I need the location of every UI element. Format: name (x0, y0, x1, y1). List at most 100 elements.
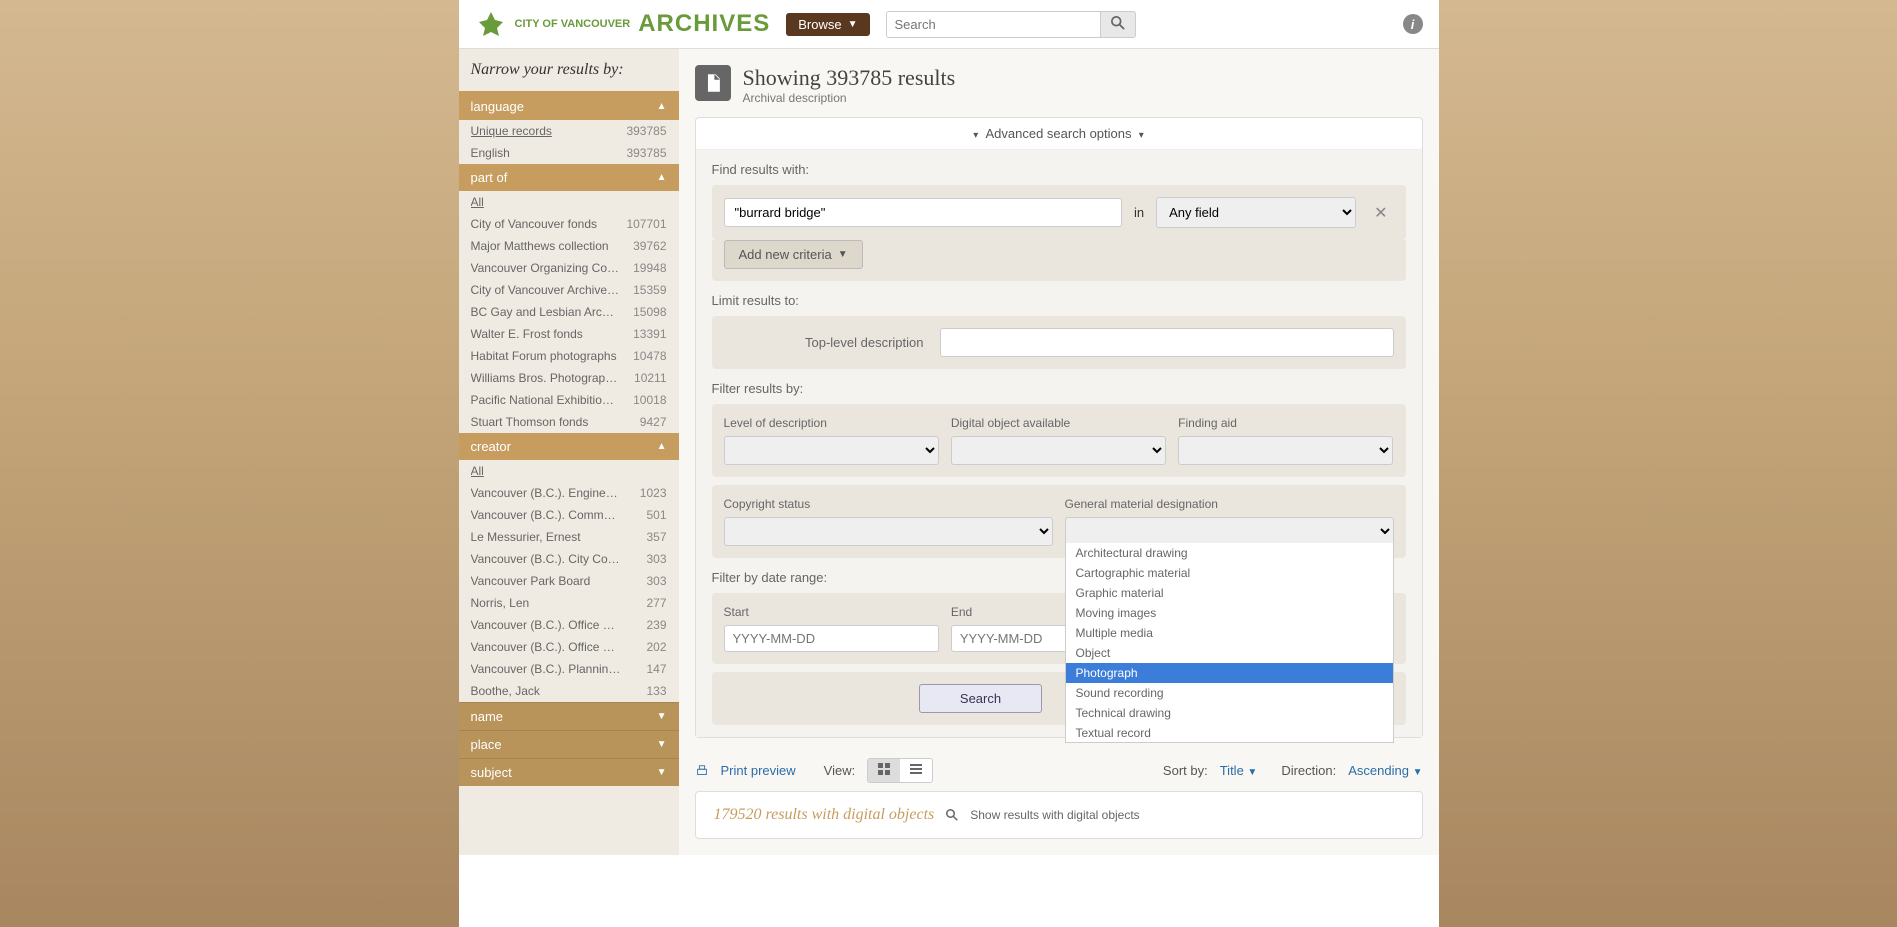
facet-item[interactable]: Stuart Thomson fonds9427 (459, 411, 679, 433)
level-select[interactable] (724, 436, 939, 465)
start-label: Start (724, 605, 939, 619)
facet-header-partof[interactable]: part of ▲ (459, 164, 679, 191)
facet-item-label: Unique records (471, 124, 552, 138)
facet-item[interactable]: All (459, 191, 679, 213)
criteria-row: in Any field ✕ (712, 185, 1406, 240)
gmd-option[interactable]: Textual record (1066, 723, 1393, 743)
facet-item[interactable]: Vancouver (B.C.). Community Services Gro… (459, 504, 679, 526)
facet-title: part of (471, 170, 508, 185)
results-subtitle: Archival description (743, 91, 956, 105)
facet-item-label: City of Vancouver Archives pamphlet coll… (471, 283, 621, 297)
gmd-option[interactable]: Multiple media (1066, 623, 1393, 643)
facet-header-subject[interactable]: subject ▼ (459, 758, 679, 786)
start-date-input[interactable] (724, 625, 939, 652)
facet-header-creator[interactable]: creator ▲ (459, 433, 679, 460)
digital-select[interactable] (951, 436, 1166, 465)
digital-link[interactable]: Show results with digital objects (970, 808, 1139, 822)
sort-field-text: Title (1220, 763, 1244, 778)
facet-item[interactable]: English393785 (459, 142, 679, 164)
add-criteria-label: Add new criteria (739, 247, 832, 262)
facet-item-label: Le Messurier, Ernest (471, 530, 581, 544)
criteria-input[interactable] (724, 198, 1122, 227)
facet-item-count: 15359 (633, 283, 666, 297)
gmd-option[interactable]: Sound recording (1066, 683, 1393, 703)
facet-item[interactable]: Vancouver (B.C.). City Council303 (459, 548, 679, 570)
chevron-down-icon: ▼ (838, 249, 848, 260)
facet-item[interactable]: Norris, Len277 (459, 592, 679, 614)
facet-item-count: 501 (646, 508, 666, 522)
search-submit-button[interactable]: Search (919, 684, 1042, 713)
add-criteria-button[interactable]: Add new criteria ▼ (724, 240, 863, 269)
facet-item[interactable]: Vancouver Organizing Committee fonds1994… (459, 257, 679, 279)
facet-item[interactable]: Habitat Forum photographs10478 (459, 345, 679, 367)
facet-item-label: Vancouver Park Board (471, 574, 591, 588)
gmd-select[interactable] (1065, 517, 1394, 546)
digital-label: Digital object available (951, 416, 1166, 430)
chevron-down-icon: ▾ (973, 130, 978, 141)
gmd-option[interactable]: Cartographic material (1066, 563, 1393, 583)
facet-item[interactable]: Vancouver (B.C.). Office of the City Cle… (459, 614, 679, 636)
advanced-toggle[interactable]: ▾ Advanced search options ▾ (696, 118, 1422, 150)
facet-header-place[interactable]: place▼ (459, 730, 679, 758)
facet-item[interactable]: Unique records393785 (459, 120, 679, 142)
browse-button[interactable]: Browse ▼ (786, 13, 869, 36)
gmd-dropdown[interactable]: Architectural drawingCartographic materi… (1065, 543, 1394, 743)
chevron-down-icon: ▼ (1413, 767, 1423, 778)
facet-item-count: 202 (646, 640, 666, 654)
facet-item[interactable]: Vancouver Park Board303 (459, 570, 679, 592)
chevron-down-icon: ▼ (848, 19, 858, 30)
facet-item-count: 239 (646, 618, 666, 632)
field-select[interactable]: Any field (1156, 197, 1356, 228)
finding-select[interactable] (1178, 436, 1393, 465)
facet-item-label: Vancouver (B.C.). Community Services Gro… (471, 508, 621, 522)
facet-item[interactable]: Vancouver (B.C.). Office of the City Man… (459, 636, 679, 658)
facet-item[interactable]: All (459, 460, 679, 482)
chevron-down-icon: ▼ (657, 767, 667, 778)
facet-item[interactable]: Walter E. Frost fonds13391 (459, 323, 679, 345)
gmd-option[interactable]: Technical drawing (1066, 703, 1393, 723)
facet-item[interactable]: BC Gay and Lesbian Archives15098 (459, 301, 679, 323)
facet-list-language: Unique records393785English393785 (459, 120, 679, 164)
gmd-option[interactable]: Architectural drawing (1066, 543, 1393, 563)
facet-item[interactable]: City of Vancouver fonds107701 (459, 213, 679, 235)
facet-item[interactable]: Major Matthews collection39762 (459, 235, 679, 257)
logo[interactable]: CITY OF VANCOUVER ARCHIVES (475, 8, 771, 40)
search-input[interactable] (886, 11, 1101, 38)
facet-item[interactable]: Williams Bros. Photographers Collection1… (459, 367, 679, 389)
facet-header-name[interactable]: name▼ (459, 702, 679, 730)
limit-label: Limit results to: (712, 293, 1406, 308)
facet-item[interactable]: City of Vancouver Archives pamphlet coll… (459, 279, 679, 301)
logo-city-text: CITY OF VANCOUVER (515, 18, 631, 30)
sidebar-title: Narrow your results by: (459, 49, 679, 93)
facet-item-count: 10018 (633, 393, 666, 407)
facet-item-count: 1023 (640, 486, 667, 500)
direction-text: Ascending (1348, 763, 1409, 778)
gmd-option[interactable]: Graphic material (1066, 583, 1393, 603)
facet-item-label: All (471, 464, 484, 478)
remove-criteria-button[interactable]: ✕ (1368, 203, 1393, 223)
view-label: View: (824, 763, 856, 778)
card-view-button[interactable] (868, 759, 900, 782)
print-preview-link[interactable]: Print preview (721, 763, 796, 778)
top-level-input[interactable] (940, 328, 1394, 357)
content: Showing 393785 results Archival descript… (679, 49, 1439, 855)
facet-title: subject (471, 765, 512, 780)
facet-item[interactable]: Pacific National Exhibition fonds10018 (459, 389, 679, 411)
facet-item[interactable]: Vancouver (B.C.). Planning Department147 (459, 658, 679, 680)
facet-item[interactable]: Vancouver (B.C.). Engineering Services D… (459, 482, 679, 504)
facet-list-creator: All Vancouver (B.C.). Engineering Service… (459, 460, 679, 702)
info-icon[interactable]: i (1403, 14, 1423, 34)
copyright-select[interactable] (724, 517, 1053, 546)
direction-link[interactable]: Ascending ▼ (1348, 763, 1422, 778)
facet-item[interactable]: Le Messurier, Ernest357 (459, 526, 679, 548)
list-view-button[interactable] (900, 759, 932, 782)
facet-header-language[interactable]: language ▲ (459, 93, 679, 120)
facet-item-label: Boothe, Jack (471, 684, 540, 698)
copyright-label: Copyright status (724, 497, 1053, 511)
sort-field-link[interactable]: Title ▼ (1220, 763, 1258, 778)
gmd-option[interactable]: Photograph (1066, 663, 1393, 683)
gmd-option[interactable]: Moving images (1066, 603, 1393, 623)
facet-item[interactable]: Boothe, Jack133 (459, 680, 679, 702)
search-button[interactable] (1101, 11, 1136, 38)
gmd-option[interactable]: Object (1066, 643, 1393, 663)
